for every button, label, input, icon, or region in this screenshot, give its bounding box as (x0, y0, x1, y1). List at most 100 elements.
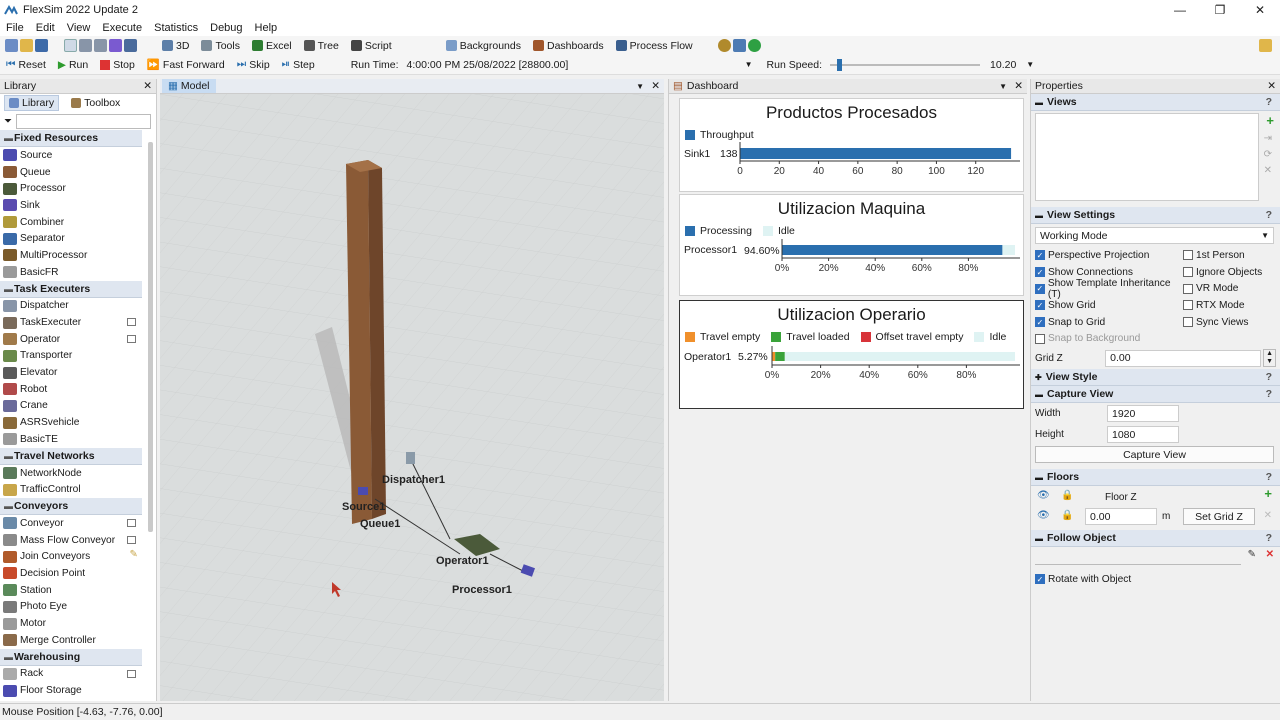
library-item-mass-flow-conveyor[interactable]: Mass Flow Conveyor (0, 532, 142, 549)
follow-object-input[interactable] (1035, 549, 1241, 566)
new-model-icon[interactable] (5, 39, 18, 52)
library-search-input[interactable] (16, 114, 151, 129)
stop-button[interactable]: Stop (94, 59, 141, 71)
model-menu-icon[interactable]: ▼ (636, 82, 644, 91)
layout-icon[interactable] (732, 39, 746, 52)
checkbox-snap-to-grid[interactable]: ✓ Snap to Grid (1035, 314, 1183, 331)
library-item-elevator[interactable]: Elevator (0, 364, 142, 381)
library-item-dispatcher[interactable]: Dispatcher (0, 298, 142, 315)
help-icon[interactable]: ? (1266, 532, 1272, 544)
library-close-icon[interactable]: ✕ (143, 80, 152, 92)
3d-viewport[interactable]: Dispatcher1 Source1 Queue1 Operator1 Pro… (160, 94, 664, 701)
pin-icon[interactable] (127, 334, 136, 343)
model-close-icon[interactable]: ✕ (651, 80, 660, 92)
widget-productos-procesados[interactable]: Productos Procesados Throughput Sink1 13… (679, 98, 1024, 192)
eye-icon[interactable]: 👁 (1037, 510, 1050, 521)
tab-library[interactable]: Library (4, 95, 60, 111)
tab-icon[interactable]: ⇥ (1264, 133, 1272, 144)
library-item-source[interactable]: Source (0, 147, 142, 164)
section-views[interactable]: ▬ Views? (1031, 94, 1280, 111)
tools-button[interactable]: Tools (196, 40, 245, 52)
tab-model[interactable]: ▦ Model (162, 79, 216, 93)
view-icon[interactable] (124, 39, 137, 52)
folder-icon[interactable] (1259, 39, 1272, 52)
menu-statistics[interactable]: Statistics (148, 22, 204, 34)
library-item-combiner[interactable]: Combiner (0, 214, 142, 231)
pin-icon[interactable] (127, 519, 136, 528)
delete-view-icon[interactable]: ✕ (1264, 165, 1272, 176)
section-floors[interactable]: ▬ Floors? (1031, 469, 1280, 487)
dashboard-tab-label[interactable]: Dashboard (687, 80, 738, 92)
add-floor-icon[interactable]: + (1264, 486, 1272, 501)
library-item-crane[interactable]: Crane (0, 398, 142, 415)
pointer-icon[interactable] (64, 39, 77, 52)
library-item-sink[interactable]: Sink (0, 197, 142, 214)
menu-debug[interactable]: Debug (204, 22, 248, 34)
library-item-processor[interactable]: Processor (0, 180, 142, 197)
library-item-trafficcontrol[interactable]: TrafficControl (0, 481, 142, 498)
section-view-settings[interactable]: ▬ View Settings? (1031, 207, 1280, 224)
height-input[interactable]: 1080 (1107, 426, 1179, 444)
minimize-button[interactable]: — (1160, 0, 1200, 20)
checkbox-vr-mode[interactable]: VR Mode (1183, 280, 1262, 297)
working-mode-select[interactable]: Working Mode ▼ (1035, 227, 1274, 244)
checkbox-1st-person[interactable]: 1st Person (1183, 247, 1262, 264)
widget-utilizacion-maquina[interactable]: Utilizacion Maquina Processing Idle Proc… (679, 194, 1024, 296)
library-item-asrsvehicle[interactable]: ASRSvehicle (0, 414, 142, 431)
width-input[interactable]: 1920 (1107, 405, 1179, 423)
save-icon[interactable] (35, 39, 48, 52)
section-follow-object[interactable]: ▬ Follow Object? (1031, 530, 1280, 548)
section-view-style[interactable]: ✚ View Style? (1031, 369, 1280, 387)
maximize-button[interactable]: ❐ (1200, 0, 1240, 20)
process-flow-button[interactable]: Process Flow (611, 40, 698, 52)
checkbox-rtx-mode[interactable]: RTX Mode (1183, 297, 1262, 314)
menu-file[interactable]: File (0, 22, 30, 34)
settings-gear-icon[interactable] (717, 39, 731, 52)
library-section-travel-networks[interactable]: ▬ Travel Networks (0, 447, 142, 465)
rotate-with-object-checkbox[interactable]: ✓ Rotate with Object (1031, 571, 1280, 588)
library-item-floor-storage[interactable]: Floor Storage (0, 682, 142, 699)
open-folder-icon[interactable] (20, 39, 33, 52)
fast-forward-button[interactable]: ⏩ Fast Forward (141, 58, 231, 72)
checkbox-show-template-inheritance-t[interactable]: ✓ Show Template Inheritance (T) (1035, 278, 1183, 300)
help-icon[interactable]: ? (1266, 96, 1272, 108)
run-speed-dropdown-icon[interactable]: ▼ (1026, 60, 1034, 69)
run-time-field[interactable]: 4:00:00 PM 25/08/2022 [28800.00] ▼ (407, 57, 753, 73)
library-item-transporter[interactable]: Transporter (0, 348, 142, 365)
library-item-merge-controller[interactable]: Merge Controller (0, 632, 142, 649)
step-button[interactable]: ⏯ Step (276, 58, 321, 71)
library-section-warehousing[interactable]: ▬ Warehousing (0, 648, 142, 666)
checkbox-ignore-objects[interactable]: Ignore Objects (1183, 264, 1262, 281)
section-capture-view[interactable]: ▬ Capture View? (1031, 386, 1280, 404)
dashboard-close-icon[interactable]: ✕ (1014, 80, 1023, 92)
excel-button[interactable]: Excel (247, 40, 297, 52)
library-item-separator[interactable]: Separator (0, 230, 142, 247)
library-item-basicfr[interactable]: BasicFR (0, 264, 142, 281)
dashboards-button[interactable]: Dashboards (528, 40, 609, 52)
join-tool-icon[interactable]: ✎ (129, 549, 138, 560)
lock-icon[interactable]: 🔒 (1061, 510, 1073, 521)
library-item-rack[interactable]: Rack (0, 666, 142, 683)
help-icon[interactable]: ? (1266, 209, 1272, 221)
widget-utilizacion-operario[interactable]: Utilizacion Operario Travel empty Travel… (679, 300, 1024, 409)
library-item-station[interactable]: Station (0, 582, 142, 599)
library-scrollbar[interactable] (148, 142, 153, 532)
run-button[interactable]: ▶ Run (52, 59, 94, 71)
slider-thumb[interactable] (837, 58, 843, 71)
lock-icon[interactable]: 🔒 (1061, 490, 1073, 501)
disconnect-icon[interactable] (94, 39, 107, 52)
capture-view-button[interactable]: Capture View (1035, 446, 1274, 464)
checkbox-sync-views[interactable]: Sync Views (1183, 314, 1262, 331)
library-item-robot[interactable]: Robot (0, 381, 142, 398)
3d-button[interactable]: 3D (157, 40, 194, 52)
select-icon[interactable] (109, 39, 122, 52)
library-item-multiprocessor[interactable]: MultiProcessor (0, 247, 142, 264)
spinner-icon[interactable]: ▲ ▼ (1263, 349, 1276, 368)
set-grid-z-button[interactable]: Set Grid Z (1183, 508, 1255, 526)
skip-button[interactable]: ⏭ Skip (231, 58, 276, 71)
script-button[interactable]: Script (346, 40, 397, 52)
eyedropper-icon[interactable]: ✎ (1248, 549, 1256, 560)
clear-icon[interactable]: ✕ (1266, 549, 1274, 560)
library-section-conveyors[interactable]: ▬ Conveyors (0, 498, 142, 516)
menu-help[interactable]: Help (249, 22, 284, 34)
